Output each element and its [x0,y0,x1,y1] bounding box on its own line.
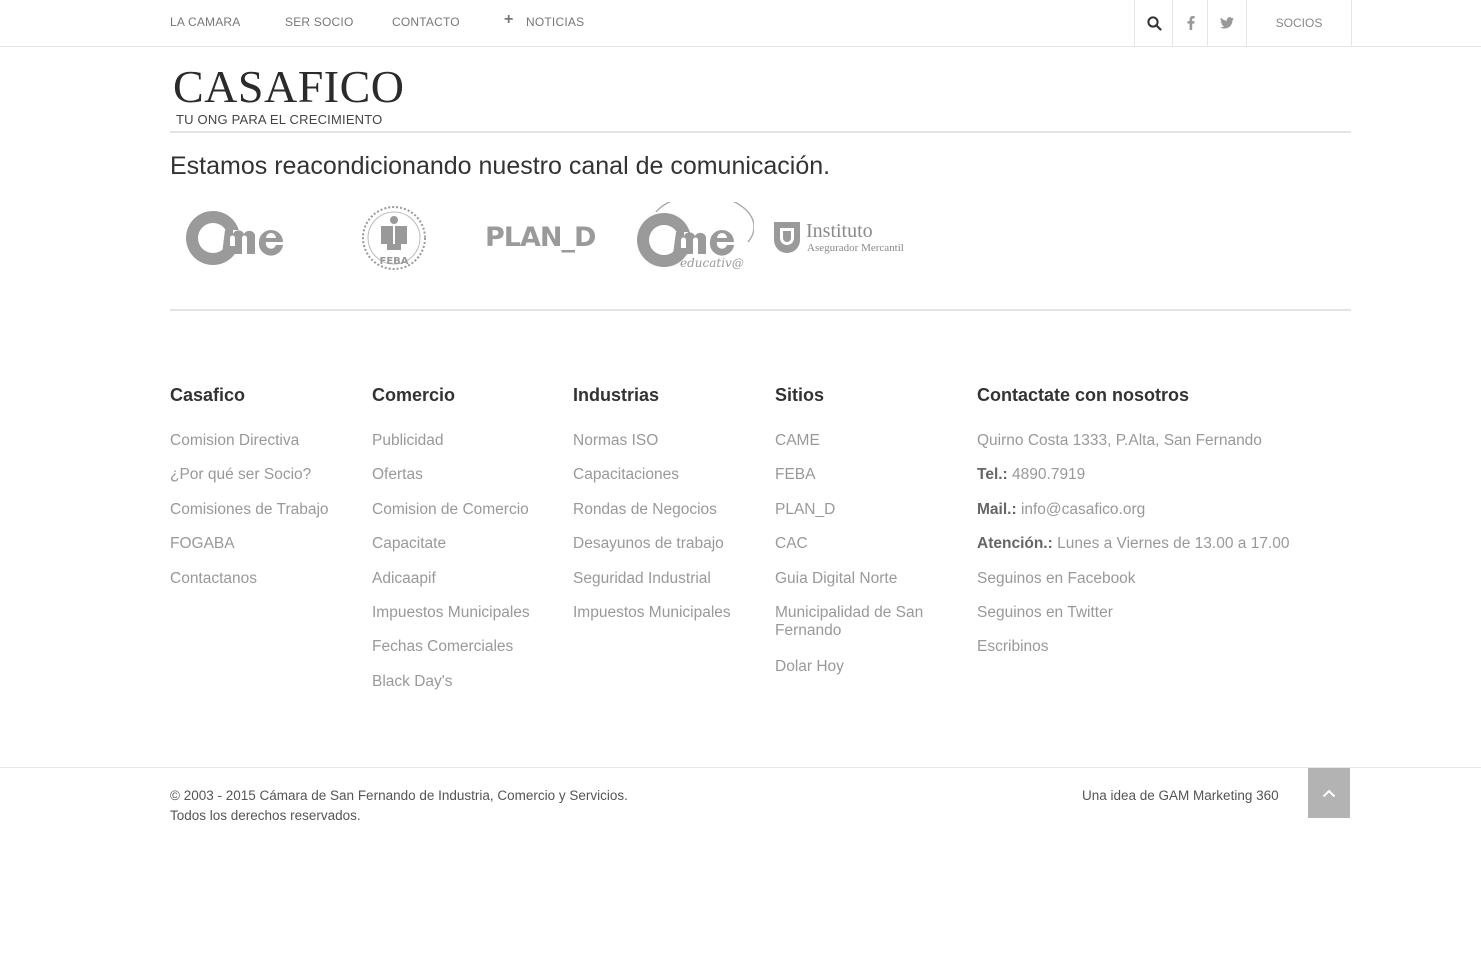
footer-link-adicaapif[interactable]: Adicaapif [372,570,530,604]
contact-address: Quirno Costa 1333, P.Alta, San Fernando [977,432,1262,449]
pland-logo[interactable]: PLAN_D [485,222,596,253]
back-to-top-button[interactable] [1308,768,1350,818]
footer-col-sitios: Sitios CAME FEBA PLAN_D CAC Guia Digital… [775,384,945,692]
footer-link-impuestos-municipales[interactable]: Impuestos Municipales [573,604,731,638]
divider [0,767,1481,768]
twitter-icon [1220,17,1234,29]
search-icon [1146,15,1162,31]
divider [170,309,1351,311]
footer-link-comision-de-comercio[interactable]: Comision de Comercio [372,501,530,535]
footer-link-escribinos[interactable]: Escribinos [977,638,1290,672]
footer-col-title: Sitios [775,385,825,405]
copyright: © 2003 - 2015 Cámara de San Fernando de … [170,788,628,823]
footer-link-capacitate[interactable]: Capacitate [372,535,530,569]
nav-la-camara[interactable]: LA CAMARA [170,15,241,29]
facebook-icon [1187,16,1195,30]
footer-col-contacto: Contactate con nosotros Quirno Costa 133… [977,384,1290,673]
footer-link-fechas-comerciales[interactable]: Fechas Comerciales [372,638,530,672]
feba-logo[interactable]: FEBA [357,200,431,281]
plus-icon: + [504,11,514,28]
contact-phone: Tel.: 4890.7919 [977,466,1086,484]
footer-link-black-days[interactable]: Black Day's [372,673,530,707]
footer-link-came[interactable]: CAME [775,432,945,466]
footer-link-rondas-de-negocios[interactable]: Rondas de Negocios [573,501,731,535]
twitter-link[interactable] [1207,0,1246,46]
footer-link-contactanos[interactable]: Contactanos [170,570,329,604]
contact-hours: Atención.: Lunes a Viernes de 13.00 a 17… [977,535,1290,553]
top-navbar: LA CAMARA SER SOCIO CONTACTO + NOTICIAS … [0,0,1481,47]
instituto-logo[interactable]: Instituto Asegurador Mercantil [772,220,904,263]
footer-link-normas-iso[interactable]: Normas ISO [573,432,731,466]
came-educativa-logo[interactable]: educativ@ [636,194,755,279]
footer-link-por-que-ser-socio[interactable]: ¿Por qué ser Socio? [170,466,329,500]
chevron-up-icon [1322,789,1336,797]
footer-link-cac[interactable]: CAC [775,535,945,569]
footer-col-title: Comercio [372,385,456,405]
contact-mail[interactable]: Mail.: info@casafico.org [977,501,1290,535]
footer-link-publicidad[interactable]: Publicidad [372,432,530,466]
footer-link-guia-digital-norte[interactable]: Guia Digital Norte [775,570,945,604]
footer-link-facebook[interactable]: Seguinos en Facebook [977,570,1290,604]
facebook-link[interactable] [1172,0,1208,46]
footer-link-feba[interactable]: FEBA [775,466,945,500]
nav-noticias[interactable]: NOTICIAS [526,15,584,29]
footer-link-comision-directiva[interactable]: Comision Directiva [170,432,329,466]
search-button[interactable] [1134,0,1173,46]
svg-text:FEBA: FEBA [379,256,408,267]
footer-link-seguridad-industrial[interactable]: Seguridad Industrial [573,570,731,604]
footer-col-title: Industrias [573,385,660,405]
page-headline: Estamos reacondicionando nuestro canal d… [170,152,831,180]
footer-col-comercio: Comercio Publicidad Ofertas Comision de … [372,384,530,707]
footer-link-impuestos-municipales[interactable]: Impuestos Municipales [372,604,530,638]
site-logo-subtitle: TU ONG PARA EL CRECIMIENTO [176,112,383,127]
footer-link-municipalidad[interactable]: Municipalidad de San Fernando [775,604,945,658]
credit-text[interactable]: Una idea de GAM Marketing 360 [1082,788,1279,803]
footer-col-casafico: Casafico Comision Directiva ¿Por qué ser… [170,384,329,604]
footer-link-fogaba[interactable]: FOGABA [170,535,329,569]
footer-link-ofertas[interactable]: Ofertas [372,466,530,500]
came-logo[interactable] [183,200,305,277]
nav-ser-socio[interactable]: SER SOCIO [285,15,353,29]
footer-link-capacitaciones[interactable]: Capacitaciones [573,466,731,500]
footer-link-desayunos-de-trabajo[interactable]: Desayunos de trabajo [573,535,731,569]
footer-link-dolar-hoy[interactable]: Dolar Hoy [775,658,945,692]
footer-col-title: Casafico [170,385,246,405]
footer-link-comisiones-de-trabajo[interactable]: Comisiones de Trabajo [170,501,329,535]
footer-link-pland[interactable]: PLAN_D [775,501,945,535]
nav-contacto[interactable]: CONTACTO [392,15,460,29]
site-logo-title[interactable]: CASAFICO [173,64,405,110]
footer-link-twitter[interactable]: Seguinos en Twitter [977,604,1290,638]
footer-col-title: Contactate con nosotros [977,385,1190,405]
footer-col-industrias: Industrias Normas ISO Capacitaciones Ron… [573,384,731,638]
socios-button[interactable]: SOCIOS [1246,0,1352,46]
divider [170,131,1351,133]
